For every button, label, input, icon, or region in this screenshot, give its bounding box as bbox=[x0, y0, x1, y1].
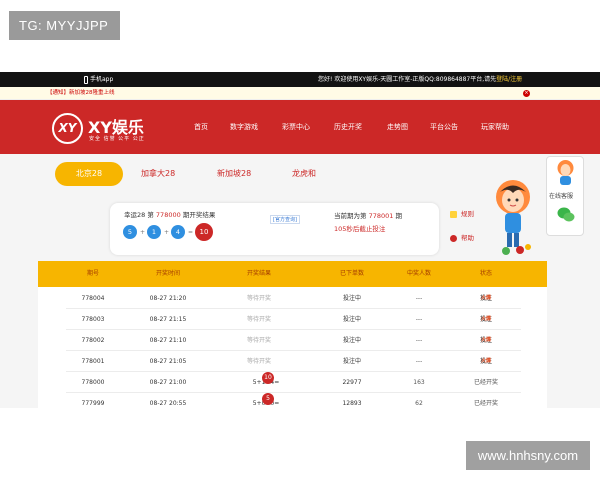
table-row[interactable]: 777999 08-27 20:55 5+0+0=5 12893 62 已经开奖 bbox=[66, 393, 521, 408]
result-ball: 4 bbox=[171, 225, 185, 239]
official-query-link[interactable]: [官方查询] bbox=[270, 215, 300, 224]
hot-tag: 火爆 bbox=[480, 316, 492, 322]
tab-singapore28[interactable]: 新加坡28 bbox=[217, 162, 251, 186]
col-orders: 已下单数 bbox=[339, 270, 365, 277]
close-icon[interactable]: × bbox=[523, 90, 530, 97]
col-winners: 中奖人数 bbox=[406, 270, 432, 277]
col-status: 状态 bbox=[479, 270, 493, 277]
draw-result-card: 幸运28 第 778000 期开奖结果 5 + 1 + 4 = 10 [官方查询… bbox=[110, 203, 439, 255]
nav-announcements[interactable]: 平台公告 bbox=[430, 122, 458, 132]
nav-player-help[interactable]: 玩家帮助 bbox=[481, 122, 509, 132]
tab-dragon-tiger[interactable]: 龙虎和 bbox=[292, 162, 316, 186]
operator: = bbox=[188, 229, 194, 236]
watermark-bottom-right: www.hnhsny.com bbox=[466, 441, 590, 470]
nav-trend-chart[interactable]: 走势图 bbox=[387, 122, 408, 132]
rules-icon bbox=[450, 210, 457, 218]
table-row[interactable]: 778004 08-27 21:20 等待开奖 投注中 --- 投注 火爆 bbox=[66, 288, 521, 309]
welcome-text: 您好! 欢迎使用XY娱乐-天圆工作室-正版QQ:809864887平台,请先登陆… bbox=[318, 76, 523, 83]
result-sum-ball: 5 bbox=[262, 393, 274, 405]
website-screenshot: 手机app 您好! 欢迎使用XY娱乐-天圆工作室-正版QQ:809864887平… bbox=[0, 72, 600, 408]
draw-title: 幸运28 第 778000 期开奖结果 bbox=[124, 211, 216, 219]
col-result: 开奖结果 bbox=[246, 270, 272, 277]
countdown-text: 105秒后截止投注 bbox=[334, 225, 386, 233]
nav-home[interactable]: 首页 bbox=[194, 122, 208, 132]
result-sum-ball: 10 bbox=[262, 372, 274, 384]
watermark-top-left: TG: MYYJJPP bbox=[9, 11, 120, 40]
tab-beijing28[interactable]: 北京28 bbox=[55, 162, 123, 186]
result-sum-ball: 10 bbox=[195, 223, 213, 241]
help-link[interactable]: 帮助 bbox=[450, 232, 474, 242]
col-draw-time: 开奖时间 bbox=[155, 270, 181, 277]
login-register-link[interactable]: 登陆/注册 bbox=[496, 76, 522, 83]
mobile-app-link[interactable]: 手机app bbox=[84, 72, 113, 87]
table-row[interactable]: 778000 08-27 21:00 5+1+4=10 22977 163 已经… bbox=[66, 372, 521, 393]
notice-text: 【通知】新加坡28隆重上线 bbox=[47, 90, 115, 96]
top-bar: 手机app 您好! 欢迎使用XY娱乐-天圆工作室-正版QQ:809864887平… bbox=[0, 72, 600, 87]
operator: + bbox=[164, 229, 170, 236]
header: XY XY娱乐 安全 信誉 公平 公正 首页 数字游戏 彩票中心 历史开奖 走势… bbox=[0, 100, 600, 154]
nav-digital-games[interactable]: 数字游戏 bbox=[230, 122, 258, 132]
wechat-icon[interactable] bbox=[557, 207, 575, 223]
notice-bar: 【通知】新加坡28隆重上线 × bbox=[0, 87, 600, 100]
operator: + bbox=[140, 229, 146, 236]
service-agent-avatar bbox=[557, 160, 574, 185]
result-ball: 1 bbox=[147, 225, 161, 239]
current-period: 当前期为第 778001 期 bbox=[334, 212, 402, 220]
table-row[interactable]: 778002 08-27 21:10 等待开奖 投注中 --- 投注 火爆 bbox=[66, 330, 521, 351]
hot-tag: 火爆 bbox=[480, 358, 492, 364]
table-header: 期号 开奖时间 开奖结果 已下单数 中奖人数 状态 bbox=[38, 261, 547, 287]
table-row[interactable]: 778003 08-27 21:15 等待开奖 投注中 --- 投注 火爆 bbox=[66, 309, 521, 330]
help-icon bbox=[450, 234, 457, 242]
logo[interactable]: XY XY娱乐 安全 信誉 公平 公正 bbox=[52, 113, 170, 145]
col-period: 期号 bbox=[86, 270, 100, 277]
rules-link[interactable]: 规则 bbox=[450, 208, 474, 218]
table-row[interactable]: 778001 08-27 21:05 等待开奖 投注中 --- 投注 火爆 bbox=[66, 351, 521, 372]
brand-slogan: 安全 信誉 公平 公正 bbox=[89, 136, 145, 142]
nav-lottery-center[interactable]: 彩票中心 bbox=[282, 122, 310, 132]
hot-tag: 火爆 bbox=[480, 295, 492, 301]
nav-history[interactable]: 历史开奖 bbox=[334, 122, 362, 132]
online-service-label: 在线客服 bbox=[549, 193, 574, 200]
tab-canada28[interactable]: 加拿大28 bbox=[141, 162, 175, 186]
customer-service-panel[interactable]: 在线客服 bbox=[546, 156, 584, 236]
hot-tag: 火爆 bbox=[480, 337, 492, 343]
phone-icon bbox=[84, 75, 88, 84]
result-ball: 5 bbox=[123, 225, 137, 239]
logo-mark: XY bbox=[52, 113, 83, 144]
draw-history-table: 期号 开奖时间 开奖结果 已下单数 中奖人数 状态 778004 08-27 2… bbox=[38, 261, 547, 408]
mascot-illustration bbox=[496, 180, 531, 255]
